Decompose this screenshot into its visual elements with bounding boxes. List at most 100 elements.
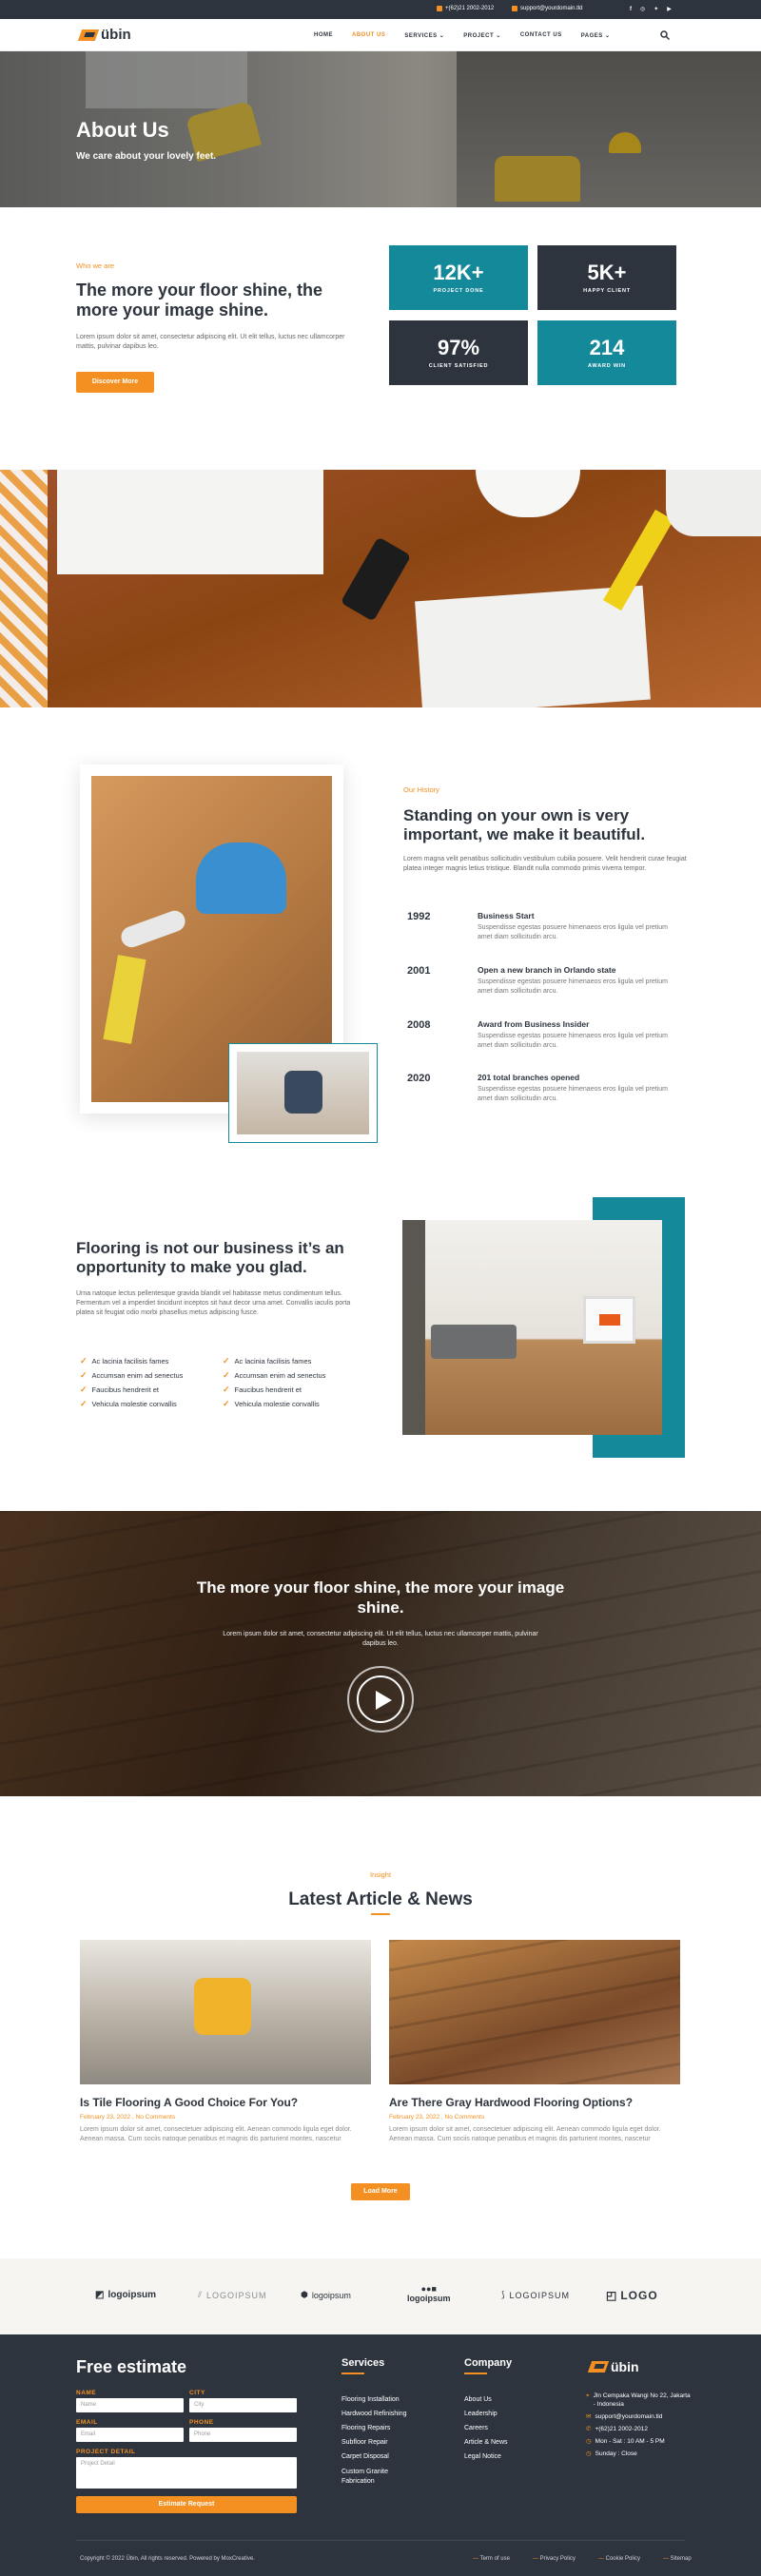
site-logo[interactable]: übin — [77, 27, 131, 43]
history-text: Lorem magna velit penatibus sollicitudin… — [403, 856, 687, 872]
detail-textarea[interactable]: Project Detail — [76, 2457, 297, 2489]
check-text: Vehicula molestie convallis — [234, 1400, 320, 1408]
instagram-icon[interactable]: ◎ — [640, 6, 645, 12]
footer-link[interactable]: Article & News — [464, 2439, 508, 2446]
article-card[interactable]: Is Tile Flooring A Good Choice For You? … — [80, 1940, 371, 2144]
nav-item-about[interactable]: ABOUT US — [352, 32, 385, 39]
checklist-right: ✓ Ac lacinia facilisis fames ✓ Accumsan en… — [223, 1354, 325, 1411]
nav-item-contact[interactable]: CONTACT US — [520, 32, 562, 39]
stat-label: CLIENT SATISFIED — [428, 363, 489, 369]
phone-input[interactable]: Phone — [189, 2428, 297, 2442]
partner-logo-text: logoipsum — [107, 2290, 157, 2300]
check-icon: ✓ — [80, 1356, 88, 1365]
footer-link[interactable]: Hardwood Refinishing — [341, 2411, 408, 2417]
contact-phone[interactable]: ✆ +(62)21 2002-2012 — [586, 2425, 691, 2433]
nav-item-home[interactable]: HOME — [314, 32, 333, 39]
timeline-year: 2020 — [407, 1073, 431, 1084]
worker-figure-shape — [284, 1071, 322, 1114]
check-item: ✓ Accumsan enim ad senectus — [223, 1368, 325, 1383]
contact-address: ⌖ Jln Cempaka Wangi No 22, Jakarta - Indo… — [586, 2392, 691, 2409]
name-input[interactable]: Name — [76, 2398, 184, 2412]
check-text: Ac lacinia facilisis fames — [91, 1357, 169, 1365]
footer-link[interactable]: About Us — [464, 2396, 508, 2403]
copyright: Copyright © 2022 Übin, All rights reserv… — [80, 2556, 255, 2562]
legal-link[interactable]: — Term of use — [473, 2556, 510, 2562]
detail-label: PROJECT DETAIL — [76, 2449, 136, 2455]
youtube-icon[interactable]: ▶ — [667, 6, 672, 12]
search-icon[interactable] — [660, 30, 670, 40]
partner-logo: ◰ LOGO — [606, 2289, 658, 2302]
stat-card: 12K+ PROJECT DONE — [389, 245, 528, 310]
footer-link[interactable]: Custom Granite Fabrication — [341, 2468, 408, 2487]
who-eyebrow: Who we are — [76, 261, 115, 270]
article-title[interactable]: Are There Gray Hardwood Flooring Options… — [389, 2096, 680, 2109]
nav-item-services[interactable]: SERVICES ⌄ — [404, 32, 444, 39]
stat-label: HAPPY CLIENT — [583, 288, 631, 294]
phone-label: PHONE — [189, 2419, 214, 2426]
business-text: Urna natoque lectus pellentesque gravida… — [76, 1290, 351, 1316]
timeline-desc: Suspendisse egestas posuere himenaeos er… — [478, 1033, 669, 1049]
footer-contact: ⌖ Jln Cempaka Wangi No 22, Jakarta - Indo… — [586, 2392, 691, 2458]
nav-item-pages-label: PAGES — [580, 33, 603, 39]
business-title: Flooring is not our business it’s an opp… — [76, 1239, 344, 1276]
logo-icon: ⬢ — [301, 2290, 308, 2299]
footer-divider — [76, 2540, 685, 2541]
living-room-image — [402, 1220, 662, 1435]
article-card[interactable]: Are There Gray Hardwood Flooring Options… — [389, 1940, 680, 2144]
timeline-item: 2001 Open a new branch in Orlando state … — [403, 965, 689, 1003]
legal-link[interactable]: — Privacy Policy — [533, 2556, 576, 2562]
contact-hours: ◷ Sunday : Close — [586, 2450, 691, 2458]
footer-link[interactable]: Carpet Disposal — [341, 2453, 408, 2460]
estimate-request-button[interactable]: Estimate Request — [76, 2496, 297, 2513]
logo-icon: ●●■ — [420, 2284, 437, 2294]
footer-logo[interactable]: übin — [587, 2359, 639, 2374]
legal-link[interactable]: — Sitemap — [663, 2556, 692, 2562]
topbar-phone[interactable]: +(62)21 2002-2012 — [437, 6, 494, 11]
nav-item-project[interactable]: PROJECT ⌄ — [463, 32, 501, 39]
article-image — [389, 1940, 680, 2084]
nav-item-pages[interactable]: PAGES ⌄ — [581, 32, 611, 39]
worker-figure-shape — [194, 1978, 251, 2035]
play-button[interactable] — [347, 1666, 414, 1733]
topbar-email[interactable]: support@yourdomain.tld — [512, 6, 582, 11]
load-more-button[interactable]: Load More — [351, 2183, 410, 2200]
timeline-desc: Suspendisse egestas posuere himenaeos er… — [478, 924, 669, 940]
partner-logo-text: logoipsum — [311, 2290, 351, 2300]
tape-shape — [103, 955, 146, 1044]
partner-logo: ●●■ logoipsum — [407, 2284, 451, 2303]
check-icon: ✓ — [223, 1399, 230, 1408]
city-label: CITY — [189, 2390, 205, 2396]
city-input[interactable]: City — [189, 2398, 297, 2412]
partner-logo: ⫽ LOGOIPSUM — [198, 2290, 267, 2300]
nav-menu: HOME ABOUT US SERVICES ⌄ PROJECT ⌄ CONTA… — [314, 32, 610, 39]
footer-link[interactable]: Subfloor Repair — [341, 2439, 408, 2446]
facebook-icon[interactable]: f — [630, 7, 632, 12]
title-underline — [371, 1913, 390, 1915]
footer-link[interactable]: Flooring Installation — [341, 2396, 408, 2403]
check-text: Accumsan enim ad senectus — [91, 1371, 184, 1380]
chevron-down-icon: ⌄ — [604, 33, 611, 39]
discover-more-button[interactable]: Discover More — [76, 372, 154, 393]
footer-link[interactable]: Flooring Repairs — [341, 2425, 408, 2431]
video-text: Lorem ipsum dolor sit amet, consectetur … — [223, 1631, 538, 1647]
page-hero: About Us We care about your lovely feet. — [0, 51, 761, 207]
legal-link-text: Cookie Policy — [605, 2556, 640, 2562]
email-input[interactable]: Email — [76, 2428, 184, 2442]
nav-item-project-label: PROJECT — [463, 33, 495, 39]
legal-link[interactable]: — Cookie Policy — [598, 2556, 640, 2562]
twitter-icon[interactable]: ✦ — [654, 6, 658, 12]
contact-phone-text: +(62)21 2002-2012 — [595, 2426, 648, 2432]
timeline-item: 2020 201 total branches opened Suspendis… — [403, 1073, 689, 1111]
who-title: The more your floor shine, the more your… — [76, 281, 323, 320]
top-bar: +(62)21 2002-2012 support@yourdomain.tld… — [0, 0, 761, 19]
footer: Free estimate NAME CITY Name City EMAIL … — [0, 2334, 761, 2576]
contact-hours-text: Sunday : Close — [595, 2450, 637, 2457]
contact-email[interactable]: ✉ support@yourdomain.tld — [586, 2412, 691, 2421]
contact-hours-text: Mon - Sat : 10 AM - 5 PM — [595, 2438, 665, 2445]
footer-link[interactable]: Legal Notice — [464, 2453, 508, 2460]
footer-link[interactable]: Leadership — [464, 2411, 508, 2417]
footer-link[interactable]: Careers — [464, 2425, 508, 2431]
check-icon: ✓ — [80, 1385, 88, 1394]
article-title[interactable]: Is Tile Flooring A Good Choice For You? — [80, 2096, 371, 2109]
logo-strip: ◩ logoipsum ⫽ LOGOIPSUM ⬢ logoipsum ●●■ logo… — [0, 2258, 761, 2334]
